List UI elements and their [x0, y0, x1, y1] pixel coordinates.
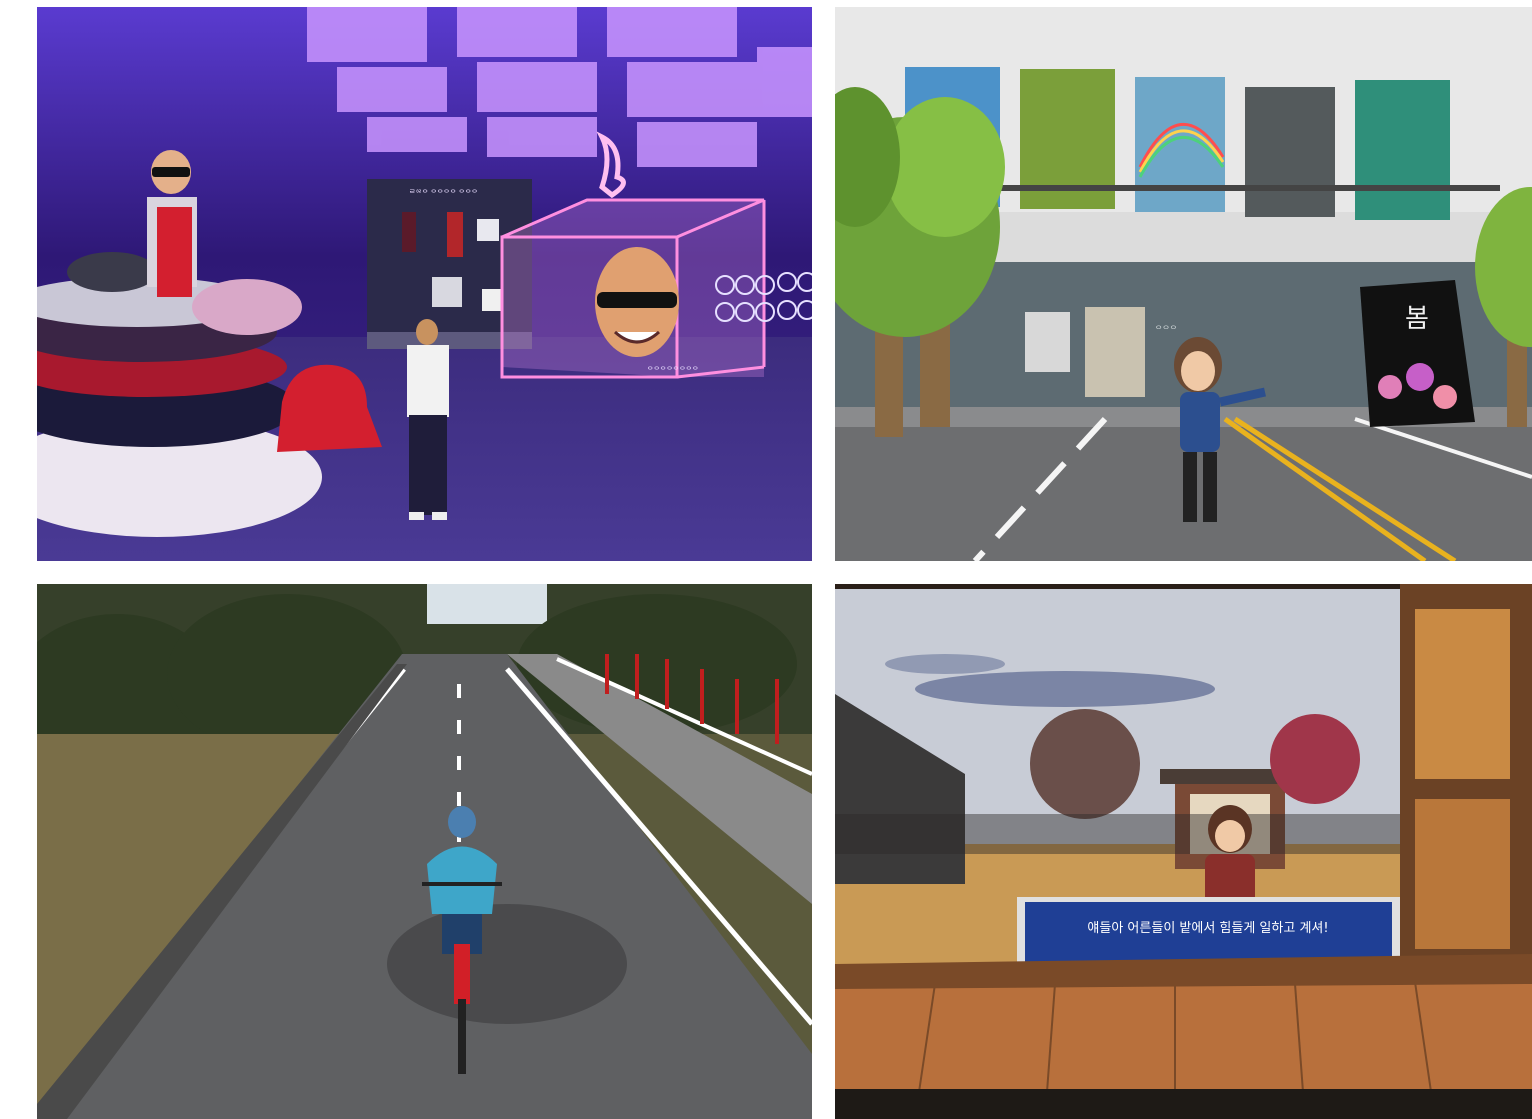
wall-sign: ᄋᄋᄋ — [1155, 325, 1177, 334]
floral-poster: 봄 — [1360, 280, 1475, 427]
board-title: ᄅᄋᄅᄋ ᄋᄋᄋᄋ ᄋᄋᄋ — [409, 189, 478, 197]
cube-caption: ᄋᄋᄋᄋᄋᄋᄋᄋ — [647, 366, 699, 374]
virtual-store-image: ᄅᄋᄅᄋ ᄋᄋᄋᄋ ᄋᄋᄋ ᄋᄋᄋᄋᄋᄋᄋᄋ — [37, 7, 812, 561]
village-scene: 얘들아 어른들이 밭에서 힘들게 일하고 계셔! — [835, 584, 1532, 1119]
virtual-store-scene: ᄅᄋᄅᄋ ᄋᄋᄋᄋ ᄋᄋᄋ ᄋᄋᄋᄋᄋᄋᄋᄋ — [37, 7, 812, 561]
gallery-street-scene: 봄 ᄋᄋᄋ — [835, 7, 1532, 561]
shopper-avatar — [407, 319, 449, 520]
mannequin-avatar — [147, 150, 197, 297]
ceiling-lights — [307, 7, 812, 167]
dialogue-subtitle-text: 얘들아 어른들이 밭에서 힘들게 일하고 계셔! — [1087, 921, 1328, 936]
cycling-road-scene — [37, 584, 812, 1119]
gallery-street-image: 봄 ᄋᄋᄋ — [835, 7, 1532, 561]
poster-text: 봄 — [1405, 304, 1429, 334]
village-child-avatar — [1205, 805, 1255, 909]
village-scene-image: 얘들아 어른들이 밭에서 힘들게 일하고 계셔! — [835, 584, 1532, 1119]
cycling-road-image — [37, 584, 812, 1119]
